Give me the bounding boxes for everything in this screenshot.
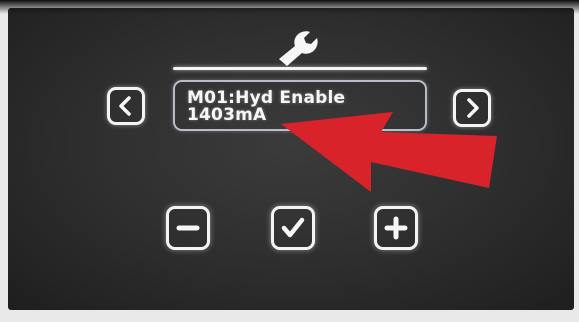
confirm-button[interactable] bbox=[271, 206, 315, 250]
wrench-icon bbox=[279, 31, 318, 66]
plus-icon bbox=[384, 216, 408, 240]
increase-button[interactable] bbox=[374, 206, 418, 250]
header-divider bbox=[173, 67, 427, 70]
chevron-left-icon bbox=[119, 96, 131, 116]
minus-icon bbox=[176, 225, 200, 231]
previous-button[interactable] bbox=[107, 87, 145, 125]
annotation-arrow bbox=[281, 112, 497, 192]
parameter-value: 1403mA bbox=[187, 105, 267, 125]
decrease-button[interactable] bbox=[166, 206, 210, 250]
check-icon bbox=[281, 217, 305, 238]
screen-top-shadow bbox=[0, 0, 579, 14]
device-photo: M01:Hyd Enable 1403mA bbox=[0, 0, 579, 322]
